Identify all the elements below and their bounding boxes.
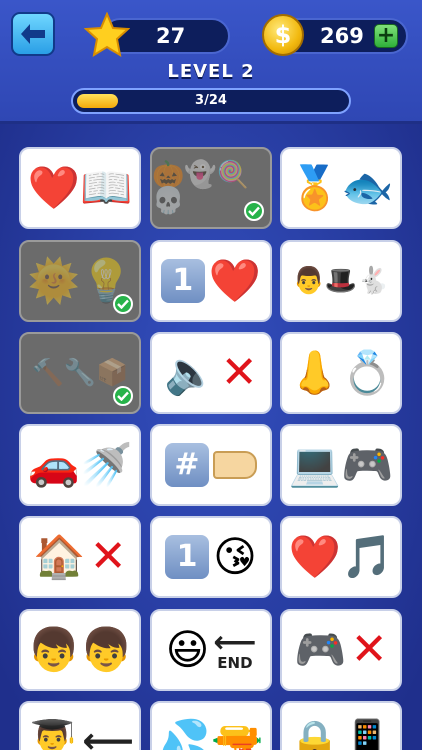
check-icon	[113, 386, 133, 406]
emoji-clue: 💦🔫	[158, 717, 264, 750]
coin-icon: $	[262, 14, 304, 56]
puzzle-tile[interactable]: 1 ❤️	[150, 240, 272, 322]
puzzle-tile[interactable]: #	[150, 424, 272, 506]
emoji-clue: 🎮	[294, 625, 347, 674]
number-box: 1	[165, 535, 210, 579]
back-button[interactable]	[11, 12, 55, 56]
stars-count: 27	[156, 24, 186, 48]
check-icon	[244, 201, 264, 221]
emoji-clue: ❤️	[208, 256, 262, 305]
puzzle-tile[interactable]: 👃💍	[280, 332, 402, 414]
check-icon	[113, 294, 133, 314]
puzzle-tile[interactable]: 🎮 ✕	[280, 609, 402, 691]
left-arrow-icon	[21, 24, 45, 44]
puzzle-tile-solved[interactable]: 🌞💡	[19, 240, 141, 322]
emoji-clue-group: 😃 ⟵ END	[165, 624, 257, 674]
puzzle-tile[interactable]: 💻🎮	[280, 424, 402, 506]
emoji-clue: 👦👦	[27, 625, 133, 674]
add-coins-button[interactable]: +	[374, 24, 398, 48]
puzzle-tile[interactable]: 🔒📱	[280, 701, 402, 750]
left-arrow-glyph: ⟵	[213, 624, 257, 660]
emoji-clue: 🔈	[164, 348, 217, 397]
emoji-clue-group: 🎮 ✕	[294, 628, 387, 672]
emoji-clue: 😃	[165, 625, 210, 674]
label-tag-icon	[213, 451, 257, 479]
puzzle-tile[interactable]: 😃 ⟵ END	[150, 609, 272, 691]
progress-text: 3/24	[195, 93, 227, 108]
emoji-clue: 🚗🚿	[27, 440, 133, 489]
puzzle-tile[interactable]: 🏠 ✕	[19, 516, 141, 598]
coins-count: 269	[320, 24, 364, 48]
emoji-clue: 🔒📱	[288, 717, 394, 750]
emoji-clue-group: 1 ❤️	[160, 256, 262, 305]
red-x-icon: ✕	[350, 624, 388, 675]
left-arrow-glyph: ⟵	[82, 721, 134, 750]
hash-box: #	[165, 443, 209, 487]
puzzle-tile[interactable]: 🚗🚿	[19, 424, 141, 506]
puzzle-tile[interactable]: 🏅🐟	[280, 147, 402, 229]
emoji-clue: 🏠	[33, 532, 86, 581]
puzzle-tile[interactable]: ❤️📖	[19, 147, 141, 229]
emoji-clue: ❤️🎵	[288, 532, 394, 581]
emoji-clue: 😘	[213, 532, 257, 581]
puzzle-tile[interactable]: 👨‍🎓 ⟵	[19, 701, 141, 750]
emoji-clue: 👨‍🎓	[26, 717, 79, 750]
red-x-icon: ✕	[220, 347, 258, 398]
emoji-clue-group: 1 😘	[165, 535, 257, 579]
level-title: LEVEL 2	[167, 61, 255, 82]
puzzle-tile-solved[interactable]: 🎃👻🍭💀	[150, 147, 272, 229]
emoji-clue: 🏅🐟	[288, 163, 394, 212]
emoji-clue-group: 🔈 ✕	[164, 351, 257, 395]
puzzle-tile[interactable]: 💦🔫	[150, 701, 272, 750]
emoji-clue: ❤️📖	[27, 163, 133, 212]
puzzle-tile[interactable]: 👦👦	[19, 609, 141, 691]
puzzle-tile[interactable]: ❤️🎵	[280, 516, 402, 598]
end-arrow-icon: ⟵ END	[213, 624, 257, 672]
number-box: 1	[160, 259, 205, 303]
emoji-clue-group: #	[165, 443, 257, 487]
emoji-clue-group: 🏠 ✕	[33, 535, 126, 579]
puzzle-tile[interactable]: 🔈 ✕	[150, 332, 272, 414]
end-label: END	[217, 653, 253, 672]
puzzle-tile[interactable]: 1 😘	[150, 516, 272, 598]
emoji-clue: 💻🎮	[288, 440, 394, 489]
emoji-clue-group: 👨‍🎓 ⟵	[26, 721, 134, 750]
level-progress-bar: 3/24	[71, 88, 351, 114]
puzzle-tile-solved[interactable]: 🔨🔧📦	[19, 332, 141, 414]
emoji-clue: 👃💍	[288, 348, 394, 397]
red-x-icon: ✕	[89, 531, 127, 582]
star-icon	[84, 12, 130, 58]
top-bar: 27 269 + $ LEVEL 2 3/24	[0, 0, 422, 124]
emoji-clue: 👨🎩🐇	[292, 266, 390, 296]
emoji-clue: 🔨🔧📦	[31, 358, 129, 388]
puzzle-tile[interactable]: 👨🎩🐇	[280, 240, 402, 322]
puzzle-grid: ❤️📖 🎃👻🍭💀 🏅🐟 🌞💡 1 ❤️ 👨🎩🐇 🔨🔧📦 🔈 ✕ 👃💍 🚗🚿 # …	[0, 124, 422, 750]
